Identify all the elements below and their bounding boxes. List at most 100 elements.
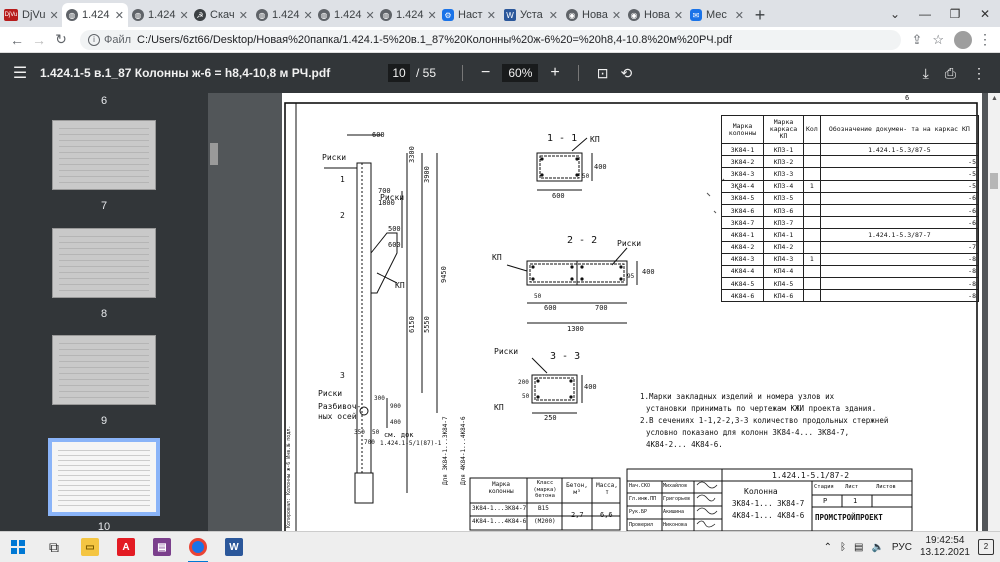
- pdf-viewport: 6 Риски Риски Риски Разбивоч- ных осей с…: [220, 93, 988, 531]
- share-icon[interactable]: ⇪: [911, 32, 922, 48]
- tab-8[interactable]: W Уста ✕: [500, 3, 562, 27]
- fit-page-icon[interactable]: ⊡: [597, 65, 609, 82]
- cell: Листов: [876, 484, 896, 490]
- main-scrollbar[interactable]: ▲: [988, 93, 1000, 531]
- tab-9[interactable]: ◉ Нова ✕: [562, 3, 624, 27]
- taskbar-chrome[interactable]: [180, 532, 216, 562]
- url-input[interactable]: i Файл C:/Users/6zt66/Desktop/Новая%20па…: [80, 29, 902, 50]
- tab-7[interactable]: ⚙ Наст ✕: [438, 3, 500, 27]
- bookmark-star-icon[interactable]: ☆: [932, 32, 944, 48]
- chrome-menu-icon[interactable]: ⋮: [978, 31, 992, 48]
- reload-button[interactable]: ↻: [50, 31, 72, 48]
- zoom-input[interactable]: 60%: [502, 64, 539, 82]
- tab-2[interactable]: ◍ 1.424 ✕: [128, 3, 190, 27]
- taskbar-word[interactable]: W: [216, 532, 252, 562]
- thumbnail-page-8[interactable]: [52, 228, 156, 298]
- clock-time: 19:42:54: [925, 535, 965, 546]
- dim-900: 900: [390, 403, 401, 410]
- thumbnail-page-9[interactable]: [52, 335, 156, 405]
- tab-11[interactable]: ✉ Мес ✕: [686, 3, 748, 27]
- tab-5[interactable]: ◍ 1.424 ✕: [314, 3, 376, 27]
- clock-date: 13.12.2021: [919, 547, 970, 558]
- tab-search-icon[interactable]: ⌄: [880, 0, 910, 27]
- download-icon[interactable]: ⤓: [923, 65, 929, 82]
- globe-icon: ◍: [132, 9, 144, 21]
- cell: 3К84-5: [721, 191, 764, 205]
- concrete-header: Марка колонны: [488, 481, 514, 495]
- tab-10[interactable]: ◉ Нова ✕: [624, 3, 686, 27]
- tray-overflow-icon[interactable]: ⌃: [824, 542, 832, 553]
- cell: -8: [819, 252, 980, 266]
- close-icon[interactable]: ✕: [487, 9, 496, 22]
- rotate-icon[interactable]: ⟲: [620, 65, 632, 82]
- notification-center-icon[interactable]: 2: [978, 539, 994, 555]
- close-icon[interactable]: ✕: [612, 9, 621, 22]
- close-icon[interactable]: ✕: [49, 9, 58, 22]
- dim-s22-h: 400: [642, 268, 655, 276]
- section-1-1-title: 1 - 1: [547, 133, 578, 144]
- tab-1[interactable]: ◍ 1.424 ✕: [62, 3, 128, 27]
- taskbar-winrar[interactable]: ▤: [144, 532, 180, 562]
- cell: 1: [803, 179, 821, 193]
- section-mark-1: 1: [340, 175, 345, 184]
- tab-3[interactable]: ☭ Скач ✕: [190, 3, 252, 27]
- sidebar-scrollbar[interactable]: [208, 93, 220, 531]
- sidebar-menu-icon[interactable]: ☰: [0, 63, 40, 83]
- maximize-button[interactable]: ❐: [940, 0, 970, 27]
- zoom-in-button[interactable]: +: [550, 64, 559, 82]
- note-line: условно показано для колонн 3К84-4... 3К…: [646, 428, 850, 437]
- close-window-button[interactable]: ✕: [970, 0, 1000, 27]
- new-tab-button[interactable]: +: [748, 3, 772, 27]
- cell: Михайлов: [663, 483, 688, 489]
- close-icon[interactable]: ✕: [549, 9, 558, 22]
- tab-0[interactable]: DjVu DjVu ✕: [0, 3, 62, 27]
- close-icon[interactable]: ✕: [428, 9, 437, 22]
- note-line: 4К84-2... 4К84-6.: [646, 440, 723, 449]
- close-icon[interactable]: ✕: [735, 9, 744, 22]
- spec-header: Марка колонны: [721, 115, 764, 144]
- cell: Стадия: [814, 484, 834, 490]
- profile-avatar[interactable]: [954, 30, 972, 49]
- pdf-title: 1.424.1-5 в.1_87 Колонны ж-6 = h8,4-10,8…: [40, 66, 331, 80]
- taskbar-explorer[interactable]: ▭: [72, 532, 108, 562]
- close-icon[interactable]: ✕: [366, 9, 375, 22]
- cell: 4К84-1: [721, 228, 764, 242]
- close-icon[interactable]: ✕: [180, 9, 189, 22]
- dim-350: 350: [354, 429, 365, 436]
- forward-button[interactable]: →: [28, 32, 50, 48]
- thumbnail-page-7[interactable]: [52, 120, 156, 190]
- taskbar-autocad[interactable]: A: [108, 532, 144, 562]
- clock[interactable]: 19:42:54 13.12.2021: [920, 535, 970, 559]
- zoom-out-button[interactable]: −: [481, 64, 490, 82]
- dim-s22-total: 1300: [567, 325, 584, 333]
- bluetooth-icon[interactable]: ᛒ: [840, 542, 846, 553]
- page-number-input[interactable]: 10: [388, 64, 410, 82]
- more-options-icon[interactable]: ⋮: [972, 65, 986, 82]
- table-row: 4К84-3 КП4-3 1 -8: [721, 252, 980, 266]
- network-icon[interactable]: ▤: [854, 542, 863, 553]
- close-icon[interactable]: ✕: [239, 9, 248, 22]
- task-view-button[interactable]: ⧉: [36, 532, 72, 562]
- language-indicator[interactable]: РУС: [892, 542, 912, 553]
- info-icon[interactable]: i: [88, 33, 100, 46]
- cell: 4К84-5: [721, 277, 764, 291]
- close-icon[interactable]: ✕: [304, 9, 313, 22]
- autocad-icon: A: [117, 538, 135, 556]
- close-icon[interactable]: ✕: [674, 9, 683, 22]
- globe-icon: ◍: [380, 9, 392, 21]
- back-button[interactable]: ←: [6, 32, 28, 48]
- thumbnail-page-10[interactable]: [48, 438, 160, 516]
- close-icon[interactable]: ✕: [115, 9, 124, 22]
- print-icon[interactable]: ⎙: [945, 65, 956, 82]
- volume-icon[interactable]: 🔈: [871, 542, 883, 553]
- thumbnail-label: 7: [100, 200, 108, 212]
- tab-6[interactable]: ◍ 1.424 ✕: [376, 3, 438, 27]
- cell: [803, 203, 821, 218]
- cell: 4К84-2: [721, 240, 764, 254]
- start-button[interactable]: [0, 532, 36, 562]
- tab-4[interactable]: ◍ 1.424 ✕: [252, 3, 314, 27]
- cell: 1: [853, 497, 858, 505]
- doc-code: 1.424.1-5.1/87-2: [772, 471, 850, 480]
- minimize-button[interactable]: —: [910, 0, 940, 27]
- cell: КП3-7: [763, 216, 804, 230]
